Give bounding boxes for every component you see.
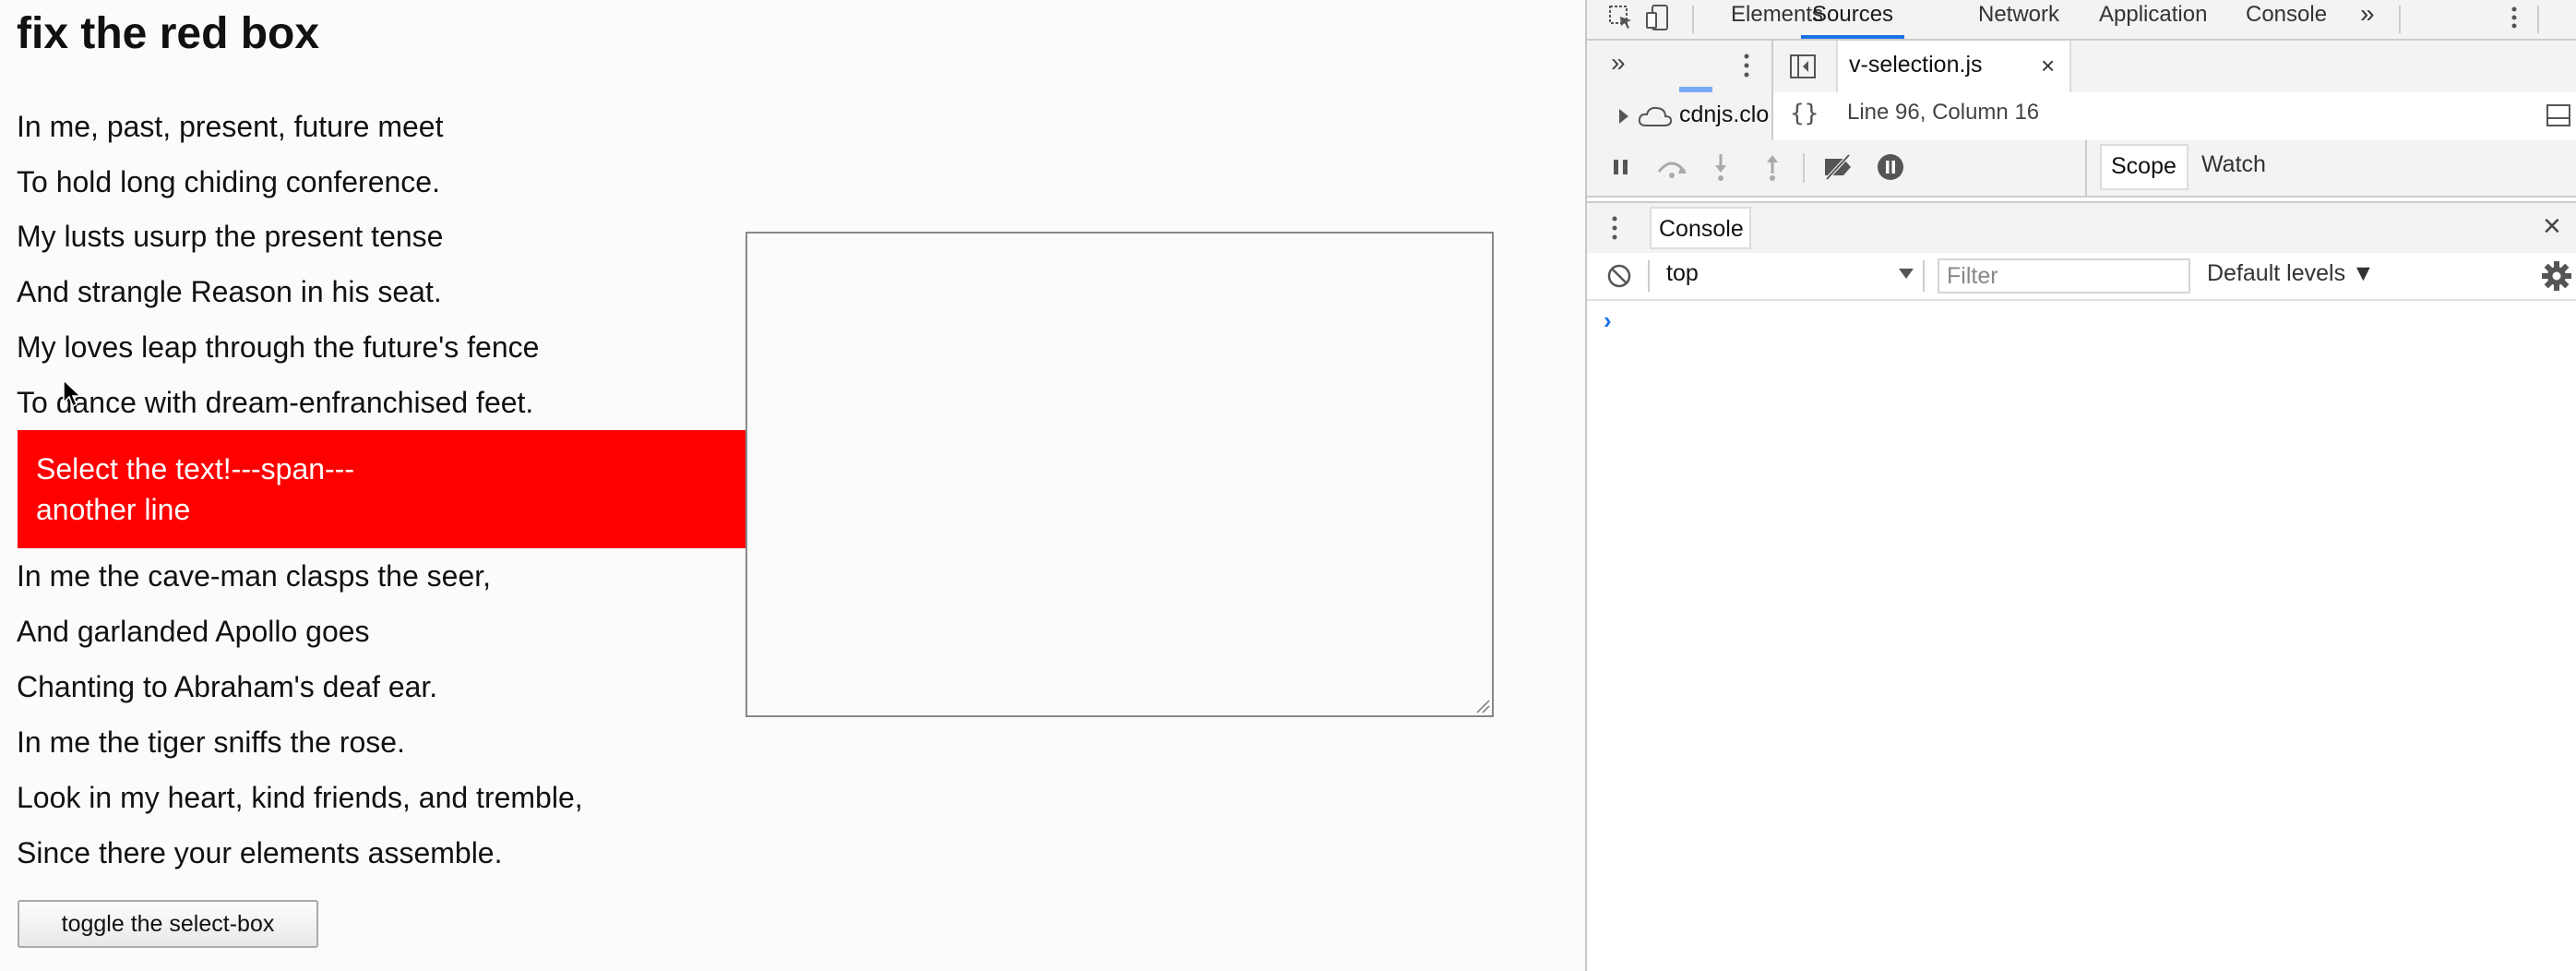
file-tab-v-selection[interactable]: v-selection.js × xyxy=(1836,41,2071,92)
poem-line: To hold long chiding conference. xyxy=(17,165,440,198)
console-tab-label: Console xyxy=(1659,216,1744,242)
more-tabs-button[interactable]: » xyxy=(2360,0,2375,39)
toggle-navigator-icon[interactable] xyxy=(1788,52,1818,81)
sources-more-button[interactable]: » xyxy=(1611,48,1626,78)
poem-line: To dance with dream-enfranchised feet. xyxy=(17,386,534,419)
poem-line: And strangle Reason in his seat. xyxy=(17,275,442,308)
inspect-element-icon[interactable] xyxy=(1607,4,1635,31)
pane-divider xyxy=(1771,41,1773,92)
drawer-tab-console[interactable]: Console xyxy=(1650,207,1751,249)
devtools-panel: Elements Sources Network Application Con… xyxy=(1585,0,2576,971)
toggle-debugger-sidebar-icon[interactable] xyxy=(2545,102,2572,129)
red-box-line-1: Select the text!---span--- xyxy=(36,452,354,486)
cloud-icon xyxy=(1638,106,1673,126)
toolbar-divider xyxy=(1648,260,1650,292)
tab-watch[interactable]: Watch xyxy=(2201,151,2266,178)
console-filter-input[interactable] xyxy=(1938,258,2190,294)
pause-on-exceptions-icon[interactable] xyxy=(1875,151,1906,183)
clear-console-icon[interactable] xyxy=(1605,262,1633,290)
console-toolbar: top Default levels ▼ xyxy=(1587,253,2576,301)
step-over-icon[interactable] xyxy=(1653,153,1690,181)
pretty-print-icon[interactable]: {} xyxy=(1790,100,1819,127)
drawer-menu-icon[interactable] xyxy=(1604,212,1626,244)
tab-scope[interactable]: Scope xyxy=(2100,144,2188,190)
sources-tab-row: » v-selection.js × xyxy=(1587,41,2576,94)
tab-sources[interactable]: Sources xyxy=(1801,0,1905,39)
log-levels-dropdown[interactable]: Default levels ▼ xyxy=(2207,260,2375,287)
tab-network[interactable]: Network xyxy=(1978,0,2059,39)
device-toolbar-icon[interactable] xyxy=(1644,4,1672,31)
context-select[interactable]: top xyxy=(1666,260,1915,287)
page-title: fix the red box xyxy=(17,9,320,58)
pane-divider xyxy=(2085,140,2087,196)
poem-line: Chanting to Abraham's deaf ear. xyxy=(17,670,438,703)
expand-arrow-icon[interactable] xyxy=(1616,107,1631,126)
deactivate-breakpoints-icon[interactable] xyxy=(1821,153,1854,181)
drawer-toolbar: Console × xyxy=(1587,201,2576,255)
scope-label: Scope xyxy=(2111,153,2176,179)
console-settings-gear-icon[interactable] xyxy=(2541,260,2572,292)
file-tab-label: v-selection.js xyxy=(1849,52,1983,78)
poem-line: Since there your elements assemble. xyxy=(17,836,503,869)
red-selection-box[interactable]: Select the text!---span--- another line xyxy=(18,430,746,548)
poem-line: In me the cave-man clasps the seer, xyxy=(17,559,492,593)
toolbar-divider xyxy=(2399,6,2401,33)
pause-icon[interactable] xyxy=(1607,153,1635,181)
mouse-cursor-icon xyxy=(63,378,82,408)
toolbar-divider xyxy=(1692,6,1694,33)
poem-line: In me, past, present, future meet xyxy=(17,110,444,143)
console-prompt[interactable]: › xyxy=(1604,306,1612,335)
web-page: fix the red box In me, past, present, fu… xyxy=(0,0,1585,971)
context-value: top xyxy=(1666,260,1699,286)
poem-line: In me the tiger sniffs the rose. xyxy=(17,725,405,759)
toolbar-divider xyxy=(1803,153,1805,183)
toggle-select-box-button[interactable]: toggle the select-box xyxy=(18,900,318,948)
poem-line: And garlanded Apollo goes xyxy=(17,615,370,648)
text-area[interactable] xyxy=(745,232,1494,717)
kebab-menu-icon[interactable] xyxy=(2500,4,2528,31)
tab-application[interactable]: Application xyxy=(2099,0,2207,39)
poem-line: My loves leap through the future's fence xyxy=(17,330,540,364)
cursor-position-status: Line 96, Column 16 xyxy=(1847,100,2040,125)
step-into-icon[interactable] xyxy=(1707,151,1735,183)
red-box-line-2: another line xyxy=(36,493,191,526)
cdnjs-tree-item[interactable]: cdnjs.clou xyxy=(1679,102,1770,128)
toolbar-divider xyxy=(1923,260,1925,292)
devtools-toolbar: Elements Sources Network Application Con… xyxy=(1587,0,2576,41)
sources-menu-icon[interactable] xyxy=(1733,50,1760,81)
tab-console[interactable]: Console xyxy=(2246,0,2327,39)
step-out-icon[interactable] xyxy=(1759,151,1786,183)
navigator-row: cdnjs.clou {} Line 96, Column 16 xyxy=(1587,92,2576,142)
debugger-controls-row: Scope Watch xyxy=(1587,140,2576,198)
toolbar-divider xyxy=(2537,6,2539,33)
close-file-tab-icon[interactable]: × xyxy=(2041,52,2055,80)
poem-line: My lusts usurp the present tense xyxy=(17,220,444,253)
poem-line: Look in my heart, kind friends, and trem… xyxy=(17,781,583,814)
file-navigator: cdnjs.clou xyxy=(1587,92,1773,140)
resize-grip-icon[interactable] xyxy=(1473,697,1490,713)
dropdown-arrow-icon xyxy=(1899,269,1914,279)
close-drawer-icon[interactable]: × xyxy=(2543,209,2561,245)
